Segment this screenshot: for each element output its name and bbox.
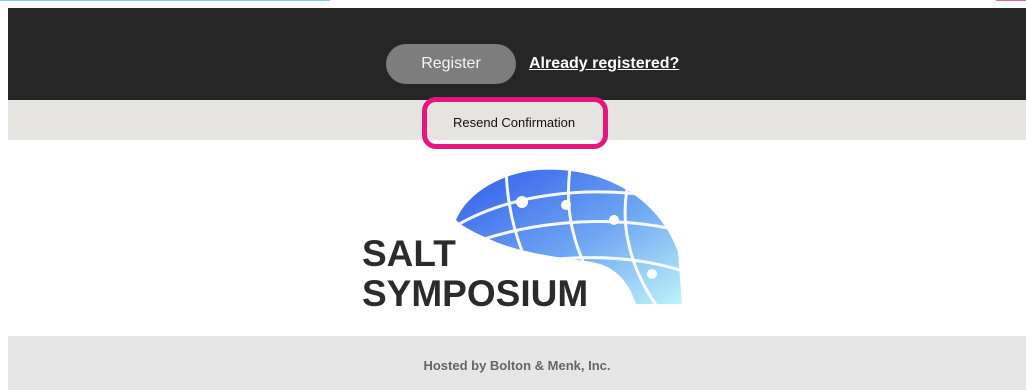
resend-confirmation-link[interactable]: Resend Confirmation [453, 115, 575, 130]
header-bar: Register Already registered? [8, 8, 1026, 100]
accent-line-left [0, 0, 330, 1]
logo-text-symposium: SYMPOSIUM [362, 273, 588, 312]
footer-bar: Hosted by Bolton & Menk, Inc. [8, 336, 1026, 390]
already-registered-link[interactable]: Already registered? [529, 55, 679, 73]
register-button[interactable]: Register [386, 44, 516, 84]
accent-line-right [996, 0, 1026, 1]
hosted-by-text: Hosted by Bolton & Menk, Inc. [423, 358, 611, 373]
logo-text-salt: SALT [362, 233, 456, 274]
top-accent-strip [0, 0, 1026, 8]
salt-symposium-logo: SALT SYMPOSIUM [362, 169, 682, 312]
